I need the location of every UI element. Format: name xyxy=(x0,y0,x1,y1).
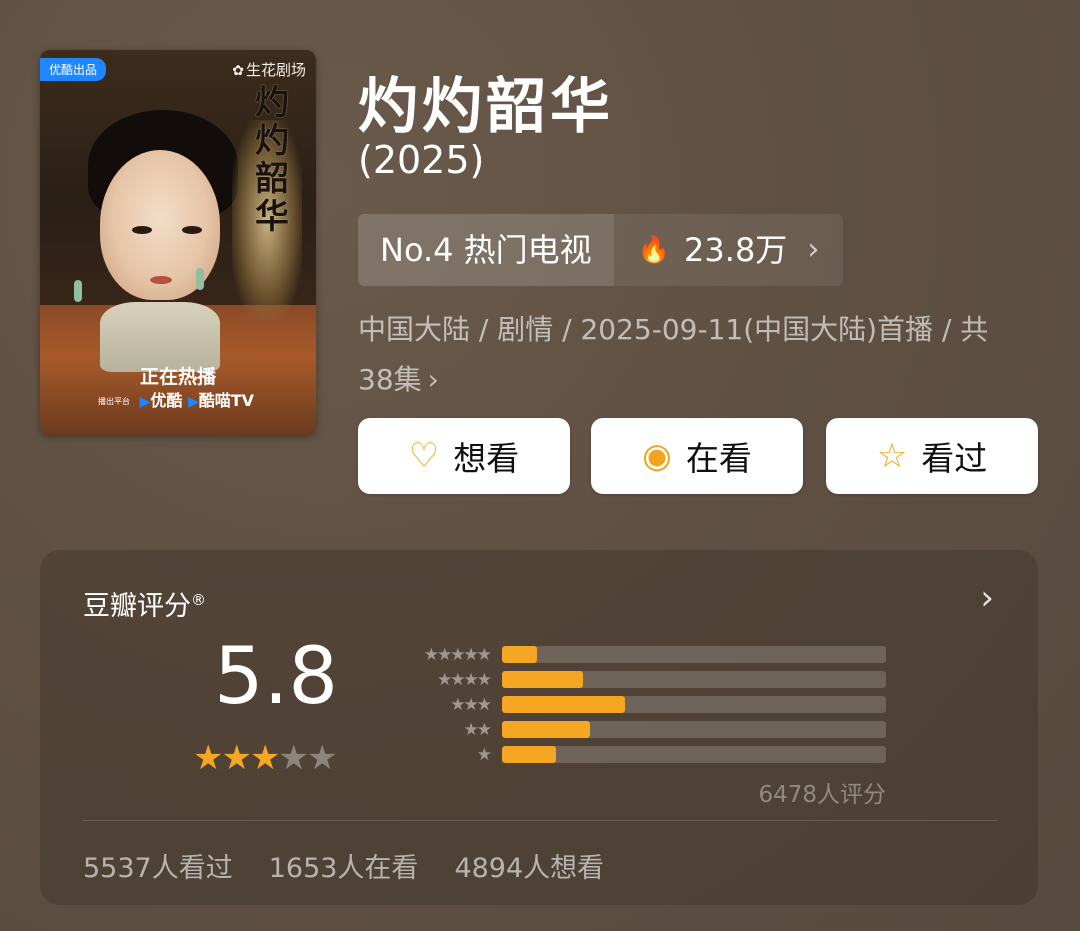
rating-bar-fill xyxy=(502,696,625,713)
rating-bar-track xyxy=(502,746,886,763)
star-filled-icon: ★ xyxy=(221,738,252,778)
rating-distribution: ★★★★★ ★★★★ ★★★ ★★ ★ xyxy=(390,642,886,767)
poster-platform1: 优酷 xyxy=(150,391,183,410)
flower-icon: ✿ xyxy=(232,63,244,79)
poster-badge: 优酷出品 xyxy=(40,58,107,81)
stat-watched: 5537人看过 xyxy=(83,853,233,884)
poster-studio-label: 生花剧场 xyxy=(245,61,306,79)
rank-box[interactable]: No.4 热门电视 🔥 23.8万 › xyxy=(358,214,844,286)
meta-text: 中国大陆 / 剧情 / 2025-09-11(中国大陆)首播 / 共38集 xyxy=(358,313,989,396)
heat-value: 23.8万 xyxy=(684,231,788,269)
rating-count: 6478人评分 xyxy=(758,782,886,808)
rating-bar-fill xyxy=(502,721,591,738)
rating-bar-fill xyxy=(502,746,556,763)
poster-earring xyxy=(74,280,82,302)
chevron-right-icon: › xyxy=(427,363,439,396)
rating-bar-fill xyxy=(502,646,537,663)
want-to-watch-button[interactable]: ♡ 想看 xyxy=(358,418,570,494)
poster-studio: ✿ 生花剧场 xyxy=(232,59,306,80)
rank-label[interactable]: No.4 热门电视 xyxy=(358,214,614,286)
heat-button[interactable]: 🔥 23.8万 › xyxy=(613,214,844,286)
rating-dist-row-4: ★★★★ xyxy=(390,667,886,692)
star-empty-icon: ★ xyxy=(306,738,338,778)
poster-image[interactable]: 优酷出品 ✿ 生花剧场 灼灼韶华 正在热播 播出平台 ▶优酷 ▶酷喵TV xyxy=(40,50,316,435)
rating-score: 5.8 xyxy=(214,632,339,722)
rating-bar-track xyxy=(502,646,886,663)
star-outline-icon: ☆ xyxy=(876,436,908,476)
rating-dist-row-5: ★★★★★ xyxy=(390,642,886,667)
stat-watching: 1653人在看 xyxy=(268,853,419,884)
show-title: 灼灼韶华 xyxy=(358,72,614,142)
poster-platform2: 酷喵TV xyxy=(198,391,255,410)
show-meta[interactable]: 中国大陆 / 剧情 / 2025-09-11(中国大陆)首播 / 共38集 › xyxy=(358,305,1018,405)
star-empty-icon: ★ xyxy=(278,738,309,778)
poster-platform-prefix: 播出平台 xyxy=(98,397,130,406)
registered-mark: ® xyxy=(191,591,206,609)
watched-button[interactable]: ☆ 看过 xyxy=(826,418,1038,494)
rating-bar-track xyxy=(502,696,886,713)
rating-dist-row-1: ★ xyxy=(390,742,886,767)
kumiao-icon: ▶ xyxy=(187,394,199,410)
target-icon: ◉ xyxy=(642,436,672,476)
poster-lips xyxy=(150,276,172,284)
rating-dist-row-3: ★★★ xyxy=(390,692,886,717)
rating-header: 豆瓣评分® xyxy=(83,584,206,623)
rating-bar-track xyxy=(502,721,886,738)
stars-4-icon: ★★★★ xyxy=(437,669,492,690)
chevron-right-icon: › xyxy=(807,232,820,267)
rating-dist-row-2: ★★ xyxy=(390,717,886,742)
flame-icon: 🔥 xyxy=(637,235,671,265)
watching-button[interactable]: ◉ 在看 xyxy=(591,418,803,494)
star-filled-icon: ★ xyxy=(249,738,281,778)
star-filled-icon: ★ xyxy=(193,738,224,778)
stars-2-icon: ★★ xyxy=(463,719,492,740)
poster-platforms: 播出平台 ▶优酷 ▶酷喵TV xyxy=(98,387,254,411)
want-label: 想看 xyxy=(453,439,520,478)
divider xyxy=(83,820,998,821)
rating-bar-track xyxy=(502,671,886,688)
rating-bar-fill xyxy=(502,671,583,688)
watched-label: 看过 xyxy=(921,439,988,478)
poster-earring xyxy=(196,268,204,290)
stars-3-icon: ★★★ xyxy=(450,694,492,715)
youku-icon: ▶ xyxy=(139,394,151,410)
rating-stars: ★★★★★ xyxy=(193,738,338,778)
show-year: (2025) xyxy=(358,138,485,182)
stars-5-icon: ★★★★★ xyxy=(423,644,492,665)
rating-header-label: 豆瓣评分 xyxy=(83,591,191,622)
stat-want: 4894人想看 xyxy=(454,853,605,884)
chevron-right-icon[interactable]: › xyxy=(980,578,994,618)
rating-card[interactable]: 豆瓣评分® › 5.8 ★★★★★ ★★★★★ ★★★★ ★★★ ★★ ★ 6478人评… xyxy=(40,550,1038,905)
watching-label: 在看 xyxy=(685,439,752,478)
poster-eye xyxy=(182,226,202,234)
poster-now-playing: 正在热播 xyxy=(139,366,216,388)
stars-1-icon: ★ xyxy=(476,744,492,765)
watch-stats: 5537人看过 1653人在看 4894人想看 xyxy=(83,846,604,885)
heart-plus-icon: ♡ xyxy=(408,436,440,476)
poster-eye xyxy=(132,226,152,234)
poster-vertical-title: 灼灼韶华 xyxy=(255,83,289,237)
